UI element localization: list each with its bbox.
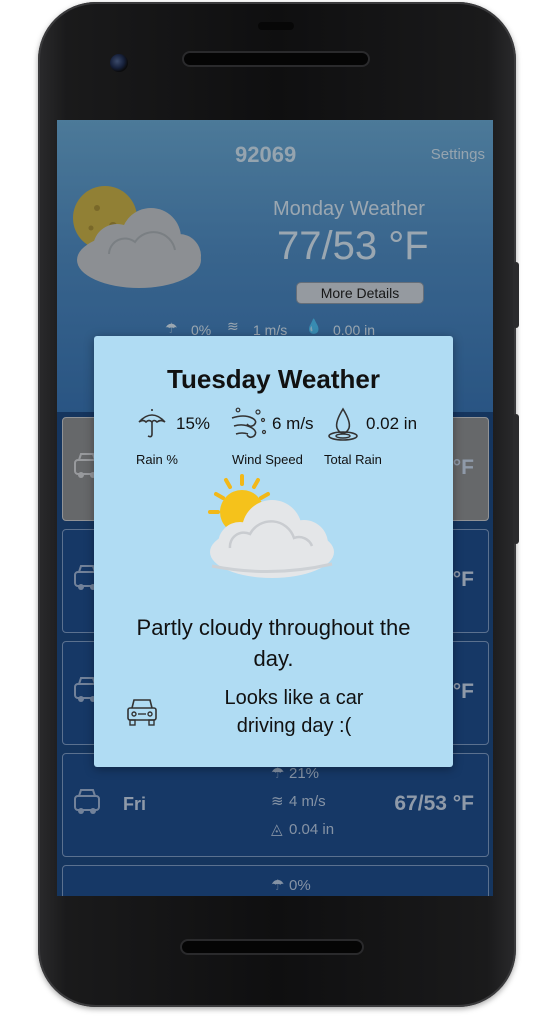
- power-button: [513, 414, 519, 544]
- modal-title: Tuesday Weather: [167, 364, 380, 394]
- volume-button: [513, 262, 519, 328]
- front-camera: [110, 54, 128, 72]
- modal-rain-value: 15%: [176, 414, 211, 433]
- modal-description: Partly cloudy throughout the day.: [136, 615, 411, 671]
- bottom-speaker: [182, 941, 362, 953]
- car-icon: [124, 694, 160, 735]
- modal-driving-message: Looks like a car driving day :(: [224, 687, 364, 737]
- sun-cloud-icon: [200, 474, 340, 589]
- top-speaker: [184, 53, 368, 65]
- app-screen: 92069 Settings Monday Weather 77/53 °F M…: [57, 120, 493, 896]
- modal-wind-label: Wind Speed: [232, 452, 303, 467]
- umbrella-icon: [136, 408, 168, 445]
- wind-icon: [230, 406, 268, 447]
- modal-total-rain-label: Total Rain: [324, 452, 382, 467]
- modal-wind-value: 6 m/s: [272, 414, 314, 433]
- modal-total-rain-value: 0.02 in: [366, 414, 418, 433]
- earpiece: [258, 22, 294, 30]
- day-detail-modal: Tuesday Weather 15% Rain % 6 m/s Wind Sp…: [94, 336, 453, 767]
- modal-rain-label: Rain %: [136, 452, 178, 467]
- water-drop-icon: [324, 406, 362, 449]
